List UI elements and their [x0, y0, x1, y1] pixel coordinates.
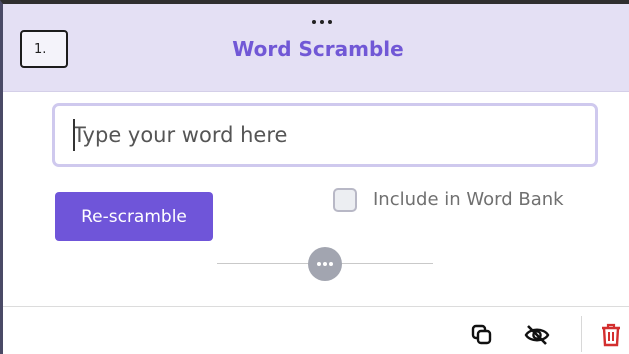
more-options-icon[interactable] [308, 247, 342, 281]
footer-separator [3, 306, 629, 307]
duplicate-icon[interactable] [469, 322, 495, 348]
delete-icon[interactable] [598, 322, 624, 348]
card-title: Word Scramble [232, 37, 404, 61]
text-caret [73, 119, 75, 151]
hide-icon[interactable] [524, 322, 550, 348]
word-scramble-card: 1. Word Scramble Re-scramble Include in … [0, 0, 629, 354]
word-bank-label: Include in Word Bank [373, 188, 564, 210]
word-input[interactable] [52, 103, 598, 167]
word-bank-option[interactable]: Include in Word Bank [333, 185, 564, 213]
card-header: 1. Word Scramble [3, 4, 629, 92]
word-bank-checkbox[interactable] [333, 188, 357, 212]
rescramble-button[interactable]: Re-scramble [55, 192, 213, 241]
footer-icon-separator [581, 316, 582, 352]
drag-handle-icon[interactable] [312, 18, 332, 26]
question-number-box: 1. [20, 30, 68, 68]
